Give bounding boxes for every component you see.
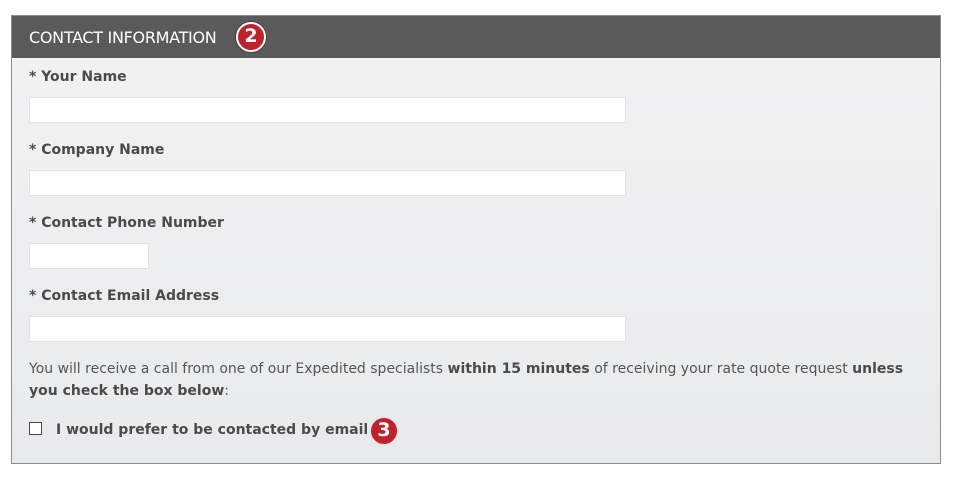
company-name-label: * Company Name: [29, 142, 165, 158]
contact-information-panel: CONTACT INFORMATION 2 * Your Name * Comp…: [11, 15, 941, 464]
your-name-label: * Your Name: [29, 69, 127, 85]
callback-notice: You will receive a call from one of our …: [29, 358, 925, 402]
notice-text-3: :: [224, 383, 229, 399]
section-title: CONTACT INFORMATION: [29, 28, 217, 47]
notice-text-2: of receiving your rate quote request: [589, 361, 853, 377]
step-3-badge: 3: [369, 416, 399, 446]
contact-phone-label: * Contact Phone Number: [29, 215, 224, 231]
contact-email-label: * Contact Email Address: [29, 288, 220, 304]
notice-text-1: You will receive a call from one of our …: [29, 361, 448, 377]
email-preference-label[interactable]: I would prefer to be contacted by email: [56, 422, 368, 438]
step-2-badge: 2: [236, 22, 266, 52]
your-name-input[interactable]: [29, 97, 626, 123]
contact-email-input[interactable]: [29, 316, 626, 342]
email-preference-checkbox[interactable]: [29, 422, 42, 435]
contact-phone-input[interactable]: [29, 243, 149, 269]
notice-bold-timeframe: within 15 minutes: [447, 361, 590, 377]
company-name-input[interactable]: [29, 170, 626, 196]
panel-header: CONTACT INFORMATION 2: [12, 16, 940, 58]
